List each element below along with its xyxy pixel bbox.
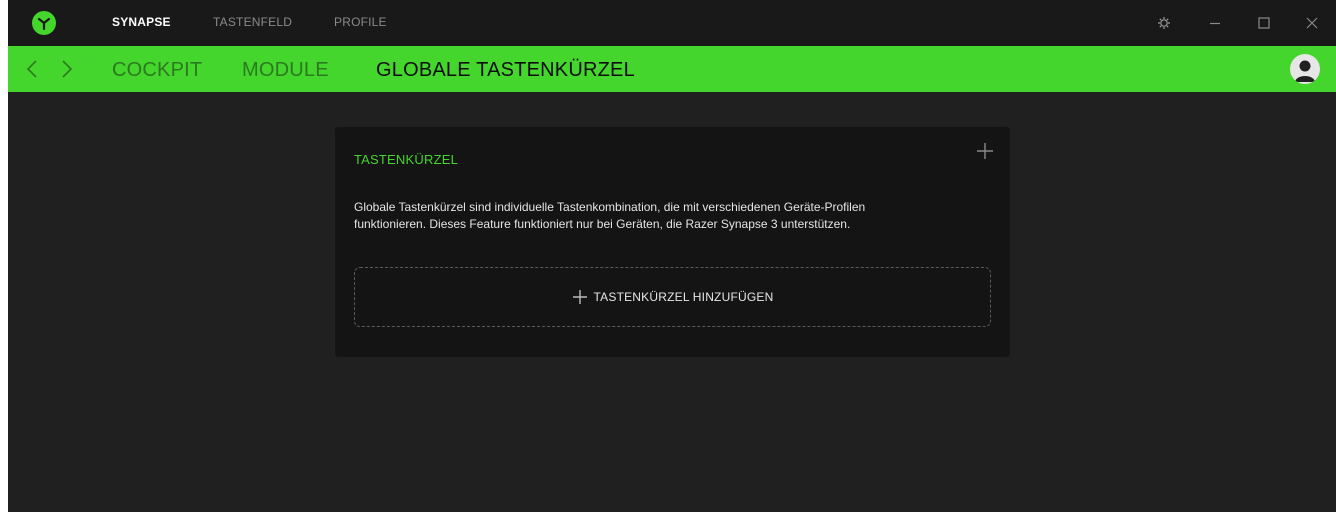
tab-module[interactable]: MODULE [242,59,329,82]
razer-logo-icon[interactable] [32,11,56,35]
maximize-icon[interactable] [1253,12,1275,34]
title-bar: SYNAPSE TASTENFELD PROFILE [8,0,1336,46]
chevron-left-icon[interactable] [23,59,41,79]
user-avatar-icon[interactable] [1290,54,1320,84]
add-shortcut-button[interactable]: TASTENKÜRZEL HINZUFÜGEN [354,267,991,327]
description-line: funktionieren. Dieses Feature funktionie… [354,217,851,231]
top-tab-synapse[interactable]: SYNAPSE [112,15,171,29]
plus-icon[interactable] [975,141,995,161]
app-window: SYNAPSE TASTENFELD PROFILE COCKPIT MODUL… [8,0,1336,512]
top-tab-profile[interactable]: PROFILE [334,15,387,29]
top-tab-tastenfeld[interactable]: TASTENFELD [213,15,292,29]
add-shortcut-label: TASTENKÜRZEL HINZUFÜGEN [593,290,774,304]
chevron-right-icon[interactable] [58,59,76,79]
description-line: Globale Tastenkürzel sind individuelle T… [354,200,866,214]
minimize-icon[interactable] [1204,12,1226,34]
tab-cockpit[interactable]: COCKPIT [112,59,202,82]
plus-icon [572,290,587,304]
tab-globale-tastenkuerzel[interactable]: GLOBALE TASTENKÜRZEL [376,59,635,82]
nav-bar: COCKPIT MODULE GLOBALE TASTENKÜRZEL [8,46,1336,92]
gear-icon[interactable] [1153,12,1175,34]
card-description: Globale Tastenkürzel sind individuelle T… [354,199,994,233]
close-icon[interactable] [1301,12,1323,34]
card-title: TASTENKÜRZEL [354,152,459,167]
shortcuts-card: TASTENKÜRZEL Globale Tastenkürzel sind i… [335,127,1010,357]
